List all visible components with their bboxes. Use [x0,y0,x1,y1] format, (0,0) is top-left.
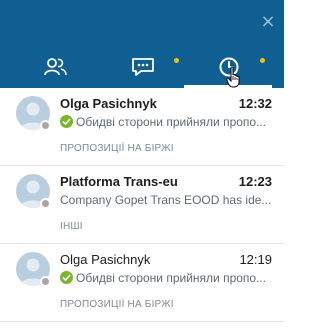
chat-bubble-icon [132,58,154,76]
messages-notification-dot [174,58,179,63]
conversation-category: ІНШІ [60,221,83,232]
conversation-category: ПРОПОЗИЦІЇ НА БІРЖІ [60,299,174,310]
contact-name: Olga Pasichnyk [60,96,157,111]
panel-header: × [0,0,284,88]
tab-contacts[interactable] [36,50,76,88]
status-dot [40,120,51,131]
close-button[interactable]: × [258,12,278,32]
message-preview: Company Gopet Trans EOOD has ide... [60,193,276,207]
list-item[interactable]: Platforma Trans-eu 12:23 Company Gopet T… [0,166,284,244]
tab-messages[interactable] [124,50,164,88]
message-time: 12:19 [239,252,272,267]
contact-name: Olga Pasichnyk [60,252,151,267]
preview-text: Company Gopet Trans EOOD has ide... [60,193,272,207]
status-dot [40,198,51,209]
history-notification-dot [260,58,265,63]
message-time: 12:23 [238,174,272,189]
contacts-icon [44,58,67,76]
list-item[interactable]: Olga Pasichnyk 12:32 Обидві сторони прий… [0,88,284,166]
conversation-category: ПРОПОЗИЦІЇ НА БІРЖІ [60,143,174,154]
message-preview: Обидві сторони прийняли пропо... [60,115,276,129]
message-preview: Обидві сторони прийняли пропо... [60,271,276,285]
message-time: 12:32 [238,96,272,111]
hand-cursor-icon [226,66,240,88]
status-dot [40,276,51,287]
list-item[interactable]: Olga Pasichnyk 12:19 Обидві сторони прий… [0,244,284,322]
check-circle-icon [60,115,73,128]
check-circle-icon [60,271,73,284]
contact-name: Platforma Trans-eu [60,174,178,189]
preview-text: Обидві сторони прийняли пропо... [76,271,267,285]
preview-text: Обидві сторони прийняли пропо... [76,115,267,129]
